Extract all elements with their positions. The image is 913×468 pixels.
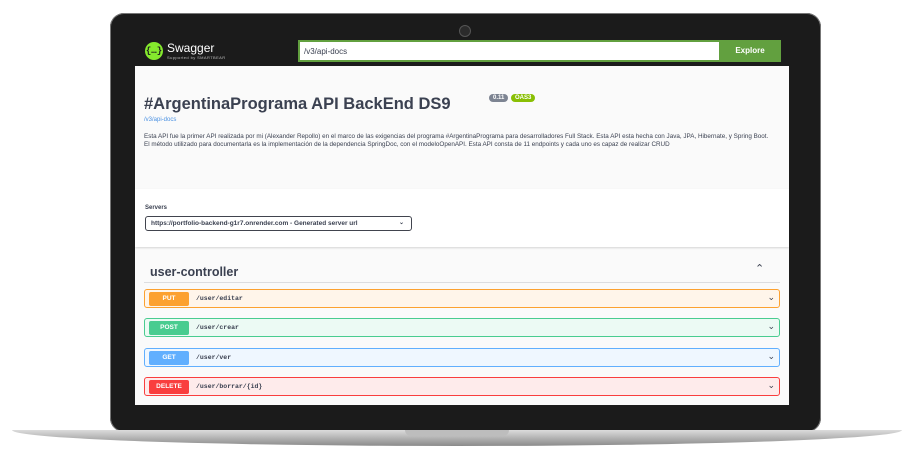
swagger-logo-icon[interactable]: {…}: [145, 42, 163, 60]
spec-link[interactable]: /v3/api-docs: [144, 117, 176, 123]
explore-button[interactable]: Explore: [719, 40, 781, 62]
spec-url-input[interactable]: [298, 40, 726, 62]
operation-path: /user/editar: [196, 295, 243, 302]
laptop-base-notch: [405, 430, 509, 436]
operation-path: /user/crear: [196, 324, 239, 331]
chevron-down-icon[interactable]: ⌄: [767, 351, 775, 362]
operation-put[interactable]: PUT /user/editar ⌄: [144, 289, 780, 308]
chevron-up-icon[interactable]: ⌃: [755, 262, 764, 275]
method-badge: POST: [149, 321, 189, 335]
servers-section: Servers https://portfolio-backend-g1r7.o…: [135, 189, 789, 247]
server-select-value: https://portfolio-backend-g1r7.onrender.…: [151, 220, 358, 227]
version-badge: 0.11: [489, 94, 509, 102]
browser-screen: {…} Swagger Supported by SMARTBEAR Explo…: [135, 37, 789, 405]
swagger-logo-sub: Supported by SMARTBEAR: [167, 55, 226, 60]
chevron-down-icon: ⌄: [398, 220, 404, 226]
api-title: #ArgentinaPrograma API BackEnd DS9: [144, 95, 451, 113]
operation-path: /user/borrar/{id}: [196, 383, 263, 390]
chevron-down-icon[interactable]: ⌄: [767, 321, 775, 332]
tag-divider: [144, 282, 780, 283]
method-badge: PUT: [149, 292, 189, 306]
api-description: Esta API fue la primer API realizada por…: [144, 133, 769, 148]
webcam: [459, 25, 471, 37]
operation-delete[interactable]: DELETE /user/borrar/{id} ⌄: [144, 377, 780, 396]
operation-get[interactable]: GET /user/ver ⌄: [144, 348, 780, 367]
method-badge: DELETE: [149, 380, 189, 394]
operation-post[interactable]: POST /user/crear ⌄: [144, 318, 780, 337]
chevron-down-icon[interactable]: ⌄: [767, 292, 775, 303]
operation-path: /user/ver: [196, 354, 232, 361]
tag-user-controller[interactable]: user-controller: [150, 265, 238, 279]
servers-label: Servers: [145, 205, 168, 211]
server-select[interactable]: https://portfolio-backend-g1r7.onrender.…: [145, 216, 412, 231]
swagger-topbar: {…} Swagger Supported by SMARTBEAR Explo…: [135, 37, 789, 66]
method-badge: GET: [149, 351, 189, 365]
swagger-logo-name[interactable]: Swagger: [167, 41, 214, 55]
chevron-down-icon[interactable]: ⌄: [767, 380, 775, 391]
oas-badge: OAS3: [511, 94, 536, 102]
